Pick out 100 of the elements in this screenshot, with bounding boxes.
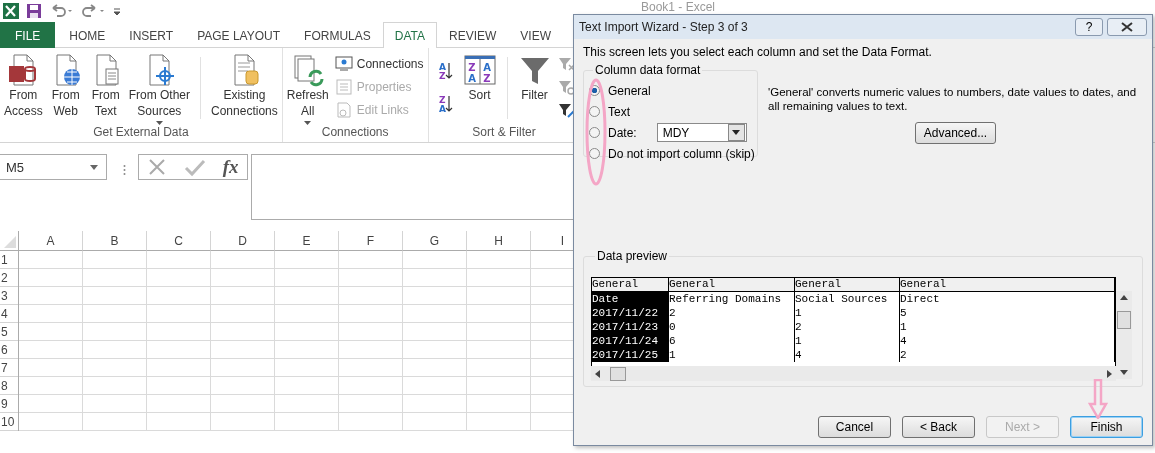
right-arrow-icon[interactable]	[1105, 369, 1113, 378]
date-format-dropdown[interactable]: MDY	[656, 123, 747, 142]
description-text: 'General' converts numeric values to numbers, date values to dates, and all remaining values to text.	[768, 85, 1138, 113]
caret-icon	[90, 164, 98, 170]
column-header[interactable]: F	[366, 233, 375, 248]
preview-cell: 1	[795, 306, 900, 320]
column-header[interactable]: B	[110, 233, 119, 248]
caret-icon	[732, 130, 741, 135]
row-header[interactable]: 6	[1, 342, 8, 357]
dialog-button[interactable]: Finish	[1070, 416, 1143, 438]
scroll-thumb[interactable]	[610, 366, 626, 381]
ribbon-tab[interactable]: FORMULAS	[292, 22, 383, 48]
radio-button[interactable]	[589, 106, 600, 117]
ribbon-button[interactable]: Filter	[515, 53, 554, 103]
radio-label[interactable]: Text	[608, 104, 630, 119]
preview-cell: 2017/11/25	[592, 348, 669, 362]
ribbon-tab[interactable]: FILE	[0, 22, 56, 48]
preview-cell: Direct	[900, 292, 1115, 306]
column-header[interactable]: D	[238, 233, 247, 248]
preview-cell: 4	[900, 334, 1115, 348]
ribbon-button[interactable]: From Text	[86, 53, 125, 119]
row-header[interactable]: 4	[1, 306, 8, 321]
dialog-button[interactable]: Cancel	[818, 416, 891, 438]
advanced-button[interactable]: Advanced...	[914, 122, 997, 144]
preview-cell: 2	[900, 348, 1115, 362]
insert-function-button[interactable]: fx	[222, 156, 239, 178]
left-arrow-icon[interactable]	[594, 369, 602, 378]
column-header[interactable]: C	[174, 233, 183, 248]
close-icon	[1121, 22, 1133, 32]
ribbon-button[interactable]: Z A A Z Sort	[460, 53, 499, 103]
vertical-scrollbar[interactable]	[1116, 291, 1132, 379]
column-header[interactable]: H	[494, 233, 503, 248]
row-header[interactable]: 10	[1, 414, 15, 429]
column-header[interactable]: E	[302, 233, 311, 248]
list-icon	[334, 79, 353, 95]
ribbon-button[interactable]: Refresh All	[284, 53, 331, 125]
ribbon-tab[interactable]: DATA	[382, 22, 437, 48]
radio-label[interactable]: General	[608, 83, 651, 98]
ribbon-tab[interactable]: REVIEW	[437, 22, 509, 48]
radio-button[interactable]	[589, 127, 600, 138]
preview-cell: 5	[900, 306, 1115, 320]
caret-icon	[304, 121, 312, 125]
radio-button[interactable]	[589, 85, 600, 96]
check-icon[interactable]	[184, 157, 207, 177]
preview-cell: Date	[592, 292, 669, 306]
column-format-header[interactable]: General	[795, 278, 900, 292]
column-format-header[interactable]: General	[669, 278, 795, 292]
column-header[interactable]: A	[46, 233, 55, 248]
row-header[interactable]: 8	[1, 378, 8, 393]
scroll-thumb[interactable]	[1117, 311, 1131, 329]
preview-cell: 2017/11/23	[592, 320, 669, 334]
radio-label[interactable]: Date:	[608, 125, 637, 140]
save-icon[interactable]	[26, 3, 42, 19]
dialog-button[interactable]: < Back	[902, 416, 975, 438]
row-header[interactable]: 1	[1, 252, 8, 267]
column-header[interactable]: G	[429, 233, 440, 248]
radio-button[interactable]	[589, 148, 600, 159]
redo-icon[interactable]	[80, 3, 106, 19]
group-label: Get External Data	[92, 125, 190, 141]
row-header[interactable]: 9	[1, 396, 8, 411]
preview-cell: 2017/11/24	[592, 334, 669, 348]
preview-cell: 4	[795, 348, 900, 362]
preview-cell: Social Sources	[795, 292, 900, 306]
excel-logo-icon[interactable]	[2, 2, 20, 20]
ribbon-button[interactable]: From Other Sources	[126, 53, 193, 125]
annotation-arrow	[1088, 379, 1108, 419]
row-header[interactable]: 7	[1, 360, 8, 375]
group-label: Connections	[320, 125, 390, 141]
ribbon-button[interactable]: Existing Connections	[209, 53, 280, 119]
down-arrow-icon[interactable]	[1120, 368, 1128, 376]
name-box[interactable]: M5	[0, 154, 107, 180]
up-arrow-icon[interactable]	[1120, 294, 1128, 302]
ribbon-tab[interactable]: INSERT	[117, 22, 186, 48]
funnel-pencil-icon	[557, 102, 576, 118]
ribbon-button[interactable]: From Web	[46, 53, 85, 119]
row-header[interactable]: 5	[1, 324, 8, 339]
ribbon-button[interactable]: Connections	[332, 53, 426, 75]
preview-cell: 1	[900, 320, 1115, 334]
preview-cell: 1	[795, 334, 900, 348]
ribbon-tab[interactable]: PAGE LAYOUT	[185, 22, 293, 48]
column-format-header[interactable]: General	[900, 278, 1115, 292]
group-label: Data preview	[596, 249, 669, 263]
ribbon-tab[interactable]: VIEW	[508, 22, 563, 48]
help-button[interactable]: ?	[1075, 18, 1103, 36]
ribbon-tab[interactable]: HOME	[57, 22, 118, 48]
ribbon-button[interactable]: From Access	[2, 53, 45, 119]
close-button[interactable]	[1107, 18, 1147, 36]
radio-label[interactable]: Do not import column (skip)	[608, 146, 755, 161]
column-format-header[interactable]: General	[592, 278, 669, 292]
row-header[interactable]: 2	[1, 270, 8, 285]
link-document-icon	[334, 102, 353, 118]
row-header[interactable]: 3	[1, 288, 8, 303]
horizontal-scrollbar[interactable]	[591, 366, 1116, 381]
column-header[interactable]: I	[560, 233, 565, 248]
grip-icon	[123, 164, 126, 176]
group-label: Column data format	[594, 63, 702, 77]
dialog-title: Text Import Wizard - Step 3 of 3	[579, 20, 748, 34]
instruction-text: This screen lets you select each column and set the Data Format.	[583, 45, 933, 59]
funnel-refresh-icon	[557, 79, 576, 95]
cancel-icon[interactable]	[147, 157, 168, 177]
